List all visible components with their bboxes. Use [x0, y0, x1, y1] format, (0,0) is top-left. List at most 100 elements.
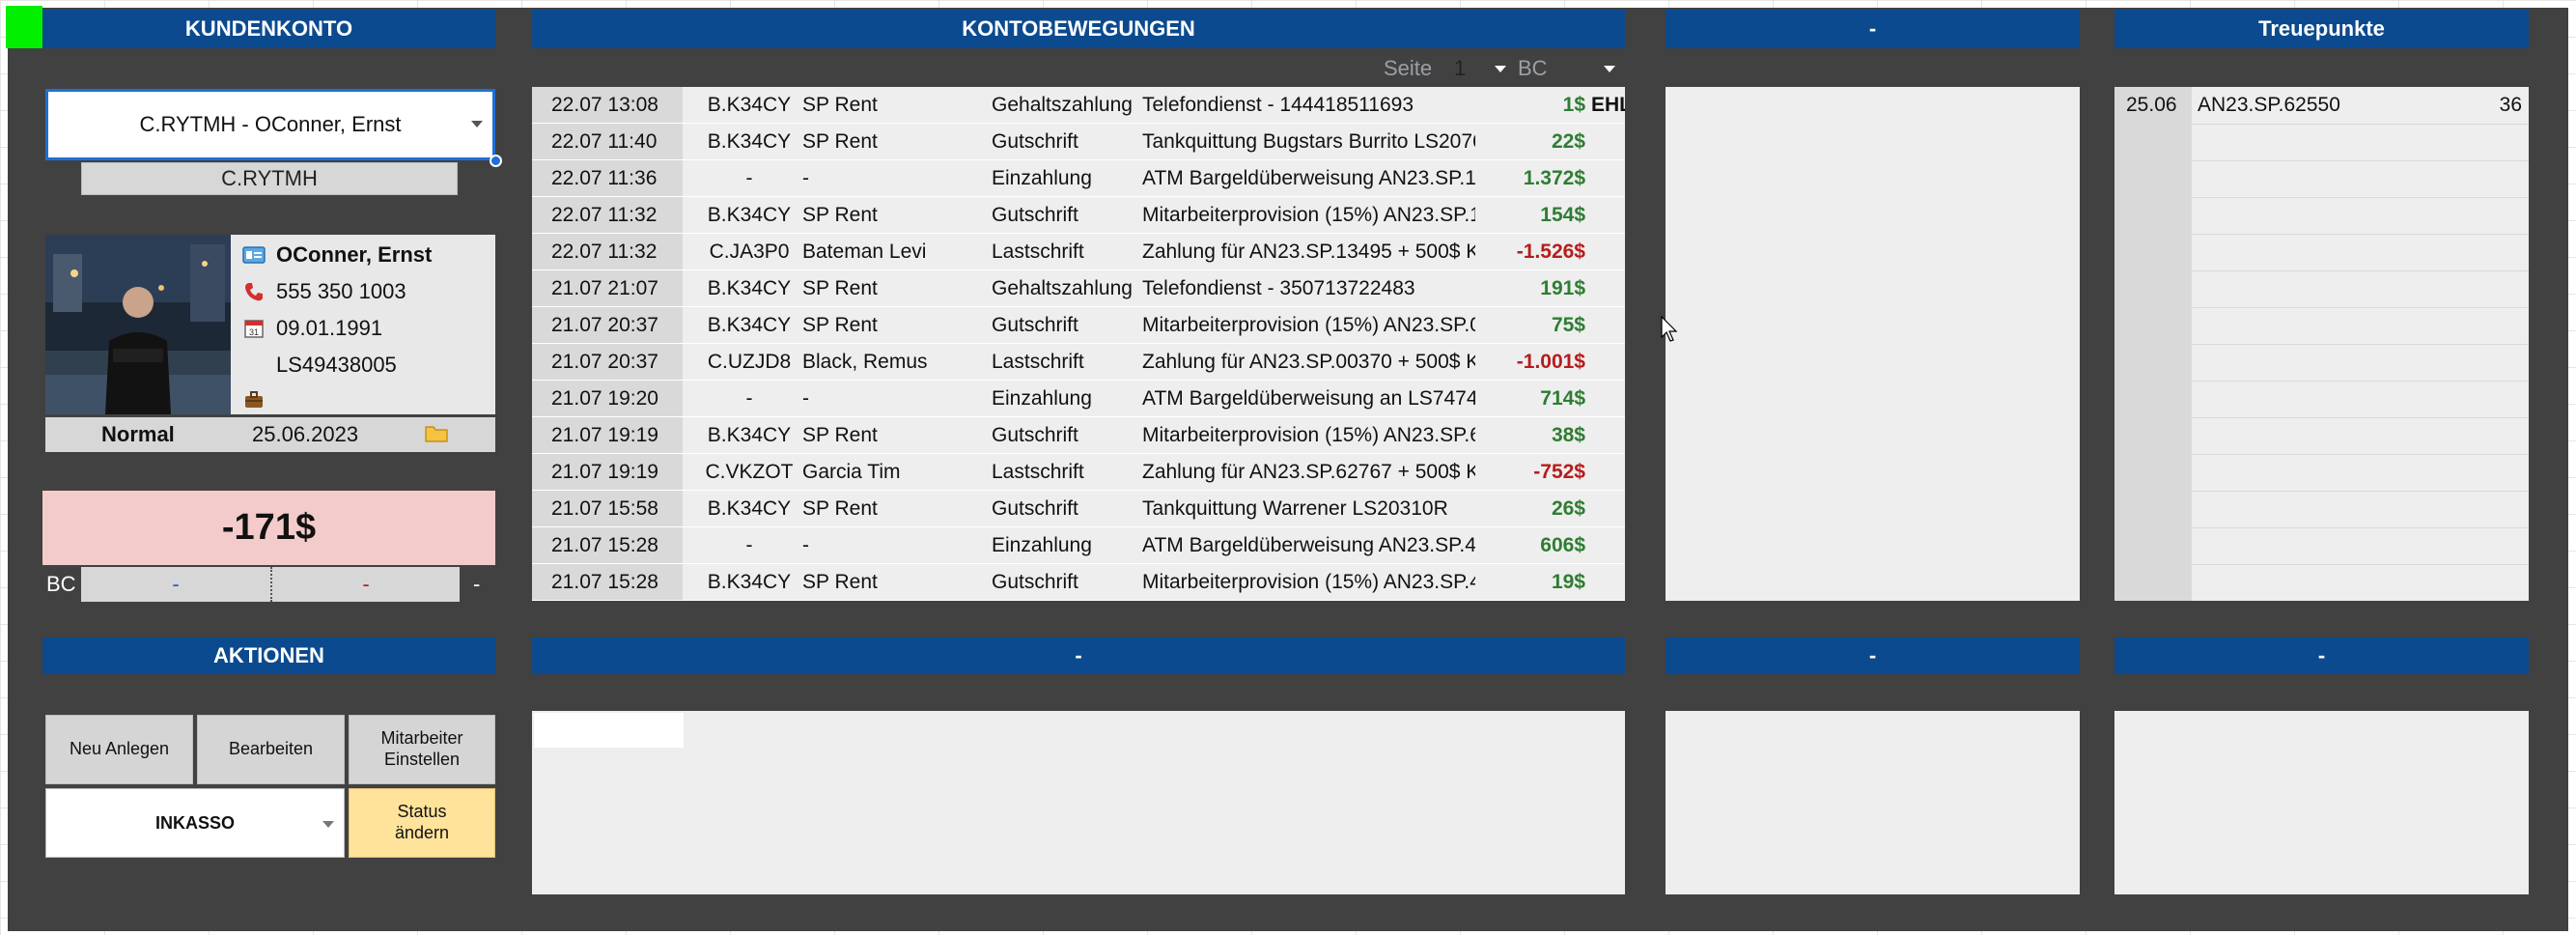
- panel8-header: -: [2114, 638, 2529, 674]
- action-type-select[interactable]: INKASSO: [45, 788, 345, 858]
- transaction-extra: [1591, 491, 1625, 527]
- transaction-description: ATM Bargeldüberweisung AN23.SP.4: [1142, 534, 1475, 556]
- customer-name: OConner, Ernst: [276, 242, 433, 267]
- transaction-type: Lastschrift: [992, 241, 1084, 263]
- loyalty-reference: AN23.SP.62550: [2198, 94, 2340, 116]
- chevron-down-icon[interactable]: [1603, 65, 1615, 72]
- customer-phone: 555 350 1003: [276, 279, 406, 303]
- chevron-down-icon[interactable]: [1495, 65, 1507, 72]
- account-balance: -171$: [42, 491, 495, 565]
- transaction-name: SP Rent: [802, 424, 878, 446]
- transaction-type: Gutschrift: [992, 204, 1078, 226]
- transaction-name: SP Rent: [802, 94, 878, 116]
- kundenkonto-header: KUNDENKONTO: [42, 10, 495, 48]
- customer-status-row: Normal 25.06.2023: [45, 417, 495, 452]
- change-status-line1: Status: [397, 802, 447, 822]
- transaction-type: Lastschrift: [992, 351, 1084, 373]
- transaction-description: Mitarbeiterprovision (15%) AN23.SP.0: [1142, 314, 1475, 336]
- transaction-row[interactable]: 22.07 11:40 B.K34CY SP Rent Gutschrift Tankq…: [532, 124, 1625, 160]
- transaction-extra: [1591, 197, 1625, 234]
- loyalty-grid-line: [2192, 124, 2529, 125]
- transaction-name: Black, Remus: [802, 351, 928, 373]
- transaction-type: Einzahlung: [992, 534, 1092, 556]
- transaction-name: -: [802, 387, 809, 410]
- transaction-row[interactable]: 21.07 20:37 C.UZJD8 Black, Remus Lastschrif…: [532, 344, 1625, 381]
- transaction-type: Gehaltszahlung: [992, 94, 1133, 116]
- mouse-cursor-icon: [1661, 315, 1680, 348]
- transaction-type: Einzahlung: [992, 167, 1092, 189]
- change-status-button[interactable]: Status ändern: [349, 788, 495, 858]
- transaction-description: ATM Bargeldüberweisung an LS7474: [1142, 387, 1475, 410]
- selection-handle[interactable]: [490, 155, 502, 167]
- edit-customer-button[interactable]: Bearbeiten: [197, 715, 345, 784]
- briefcase-icon: [241, 388, 266, 411]
- hire-employee-button[interactable]: Mitarbeiter Einstellen: [349, 715, 495, 784]
- panel3-header: -: [1666, 10, 2080, 48]
- profile-license-row: LS49438005: [241, 348, 397, 382]
- pager: Seite: [1384, 53, 1432, 84]
- transaction-name: SP Rent: [802, 497, 878, 520]
- phone-icon: [241, 280, 266, 303]
- transaction-row[interactable]: 21.07 15:28 - - Einzahlung ATM Bargeldüberwe…: [532, 527, 1625, 564]
- transaction-code: C.UZJD8: [707, 351, 792, 373]
- transaction-name: Bateman Levi: [802, 241, 927, 263]
- transaction-code: B.K34CY: [707, 424, 792, 446]
- transaction-row[interactable]: 21.07 19:20 - - Einzahlung ATM Bargeldüberwe…: [532, 381, 1625, 417]
- page-select[interactable]: 1: [1454, 53, 1507, 84]
- loyalty-grid-line: [2192, 417, 2529, 418]
- folder-icon[interactable]: [424, 423, 449, 450]
- transaction-code: C.JA3P0: [709, 241, 790, 263]
- transaction-extra: [1591, 160, 1625, 197]
- transaction-code: -: [745, 167, 753, 189]
- customer-status: Normal: [101, 422, 175, 446]
- aktionen-header: AKTIONEN: [42, 638, 495, 674]
- transaction-description: Tankquittung Warrener LS20310R: [1142, 497, 1448, 520]
- transaction-row[interactable]: 21.07 15:28 B.K34CY SP Rent Gutschrift Mitar…: [532, 564, 1625, 601]
- transaction-row[interactable]: 22.07 11:32 B.K34CY SP Rent Gutschrift Mitar…: [532, 197, 1625, 234]
- panel8-content: [2114, 711, 2529, 894]
- new-customer-button[interactable]: Neu Anlegen: [45, 715, 193, 784]
- transaction-row[interactable]: 21.07 15:58 B.K34CY SP Rent Gutschrift Tankq…: [532, 491, 1625, 527]
- transaction-description: Telefondienst - 350713722483: [1142, 277, 1415, 299]
- transaction-row[interactable]: 22.07 11:32 C.JA3P0 Bateman Levi Lastschrif…: [532, 234, 1625, 270]
- selected-corner-cell[interactable]: [6, 6, 42, 48]
- transaction-amount: 714$: [1540, 387, 1585, 410]
- transaction-extra: [1591, 417, 1625, 454]
- bc-filter-select[interactable]: BC: [1518, 53, 1615, 84]
- bc-extra: -: [473, 572, 481, 596]
- transaction-name: SP Rent: [802, 571, 878, 593]
- transaction-extra: EHL: [1591, 94, 1625, 116]
- loyalty-grid-line: [2192, 307, 2529, 308]
- bc-row: BC - - -: [42, 567, 495, 602]
- loyalty-grid-line: [2192, 270, 2529, 271]
- transaction-row[interactable]: 21.07 21:07 B.K34CY SP Rent Gehaltszahlung T…: [532, 270, 1625, 307]
- transaction-amount: 1.372$: [1523, 167, 1585, 189]
- transaction-row[interactable]: 22.07 11:36 - - Einzahlung ATM Bargeldüberwe…: [532, 160, 1625, 197]
- panel6-active-cell[interactable]: [534, 713, 684, 748]
- chevron-down-icon[interactable]: [322, 821, 334, 828]
- customer-code: C.RYTMH: [81, 162, 458, 195]
- customer-select[interactable]: C.RYTMH - OConner, Ernst: [45, 89, 495, 160]
- transaction-amount: 1$: [1562, 94, 1585, 116]
- transaction-type: Lastschrift: [992, 461, 1084, 483]
- transaction-amount: 38$: [1551, 424, 1585, 446]
- transaction-amount: 191$: [1540, 277, 1585, 299]
- transaction-row[interactable]: 21.07 19:19 C.VKZOT Garcia Tim Lastschrift Z…: [532, 454, 1625, 491]
- hire-employee-line2: Einstellen: [383, 750, 461, 769]
- transaction-amount: 75$: [1551, 314, 1585, 336]
- transaction-row[interactable]: 21.07 19:19 B.K34CY SP Rent Gutschrift Mitar…: [532, 417, 1625, 454]
- loyalty-grid-line: [2192, 234, 2529, 235]
- transaction-row[interactable]: 22.07 13:08 B.K34CY SP Rent Gehaltszahlung T…: [532, 87, 1625, 124]
- transaction-name: -: [802, 167, 809, 189]
- profile-name-row: OConner, Ernst: [241, 238, 432, 272]
- customer-dob: 09.01.1991: [276, 316, 383, 340]
- chevron-down-icon[interactable]: [471, 121, 483, 128]
- transaction-type: Gehaltszahlung: [992, 277, 1133, 299]
- transaction-row[interactable]: 21.07 20:37 B.K34CY SP Rent Gutschrift Mitar…: [532, 307, 1625, 344]
- transaction-date: 22.07 11:32: [551, 241, 658, 263]
- panel3-content: [1666, 87, 2080, 601]
- bc-left-value: -: [81, 567, 270, 602]
- loyalty-points: 36: [2499, 94, 2522, 116]
- transaction-amount: 154$: [1540, 204, 1585, 226]
- transaction-date: 21.07 19:19: [551, 461, 658, 483]
